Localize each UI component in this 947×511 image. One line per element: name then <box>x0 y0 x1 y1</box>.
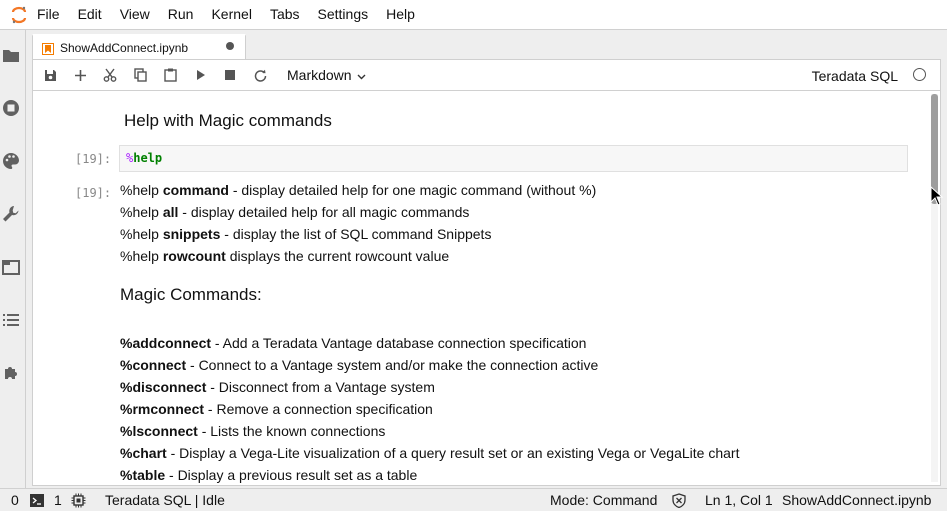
save-icon[interactable] <box>35 60 65 90</box>
palette-icon[interactable] <box>0 150 22 172</box>
help-line: %help command - display detailed help fo… <box>120 182 597 198</box>
magic-line: %addconnect - Add a Teradata Vantage dat… <box>120 335 587 351</box>
restart-icon[interactable] <box>245 60 275 90</box>
tabs-icon[interactable] <box>0 256 22 278</box>
terminal-count[interactable]: 0 <box>11 492 19 508</box>
help-line: %help snippets - display the list of SQL… <box>120 226 492 242</box>
list-icon[interactable] <box>0 309 22 331</box>
menu-tabs[interactable]: Tabs <box>261 0 309 29</box>
paste-icon[interactable] <box>155 60 185 90</box>
stop-icon[interactable] <box>215 60 245 90</box>
unsaved-dot-icon[interactable] <box>226 42 234 50</box>
running-icon[interactable] <box>0 97 22 119</box>
code-magic-command: help <box>133 151 163 165</box>
kernel-chip-icon <box>71 493 86 511</box>
add-cell-icon[interactable] <box>65 60 95 90</box>
cell-type-label: Markdown <box>287 67 352 83</box>
kernel-status-text[interactable]: Teradata SQL | Idle <box>105 492 225 508</box>
wrench-icon[interactable] <box>0 203 22 225</box>
magic-commands-heading: Magic Commands: <box>120 285 262 304</box>
shield-icon[interactable] <box>672 493 686 511</box>
cell-type-select[interactable]: Markdown <box>287 67 366 83</box>
menu-view[interactable]: View <box>111 0 159 29</box>
extension-icon[interactable] <box>0 362 22 384</box>
jupyter-logo-icon <box>0 0 37 29</box>
magic-line: %lsconnect - Lists the known connections <box>120 423 386 439</box>
input-prompt: [19]: <box>75 152 112 166</box>
chevron-down-icon <box>357 67 366 83</box>
notebook-content: Help with Magic commands [19]: %help [19… <box>33 91 928 485</box>
kernel-count[interactable]: 1 <box>54 492 62 508</box>
status-filename: ShowAddConnect.ipynb <box>782 492 932 508</box>
kernel-name[interactable]: Teradata SQL <box>812 68 898 84</box>
tab-label: ShowAddConnect.ipynb <box>60 41 189 55</box>
help-line: %help all - display detailed help for al… <box>120 204 470 220</box>
magic-line: %disconnect - Disconnect from a Vantage … <box>120 379 435 395</box>
notebook-toolbar: Markdown Teradata SQL <box>33 60 940 91</box>
mouse-cursor-icon <box>930 185 944 206</box>
terminal-icon <box>30 494 44 510</box>
mode-indicator: Mode: Command <box>550 492 658 508</box>
kernel-idle-icon <box>913 68 926 81</box>
markdown-heading: Help with Magic commands <box>124 111 332 130</box>
run-icon[interactable] <box>185 60 215 90</box>
magic-line: %connect - Connect to a Vantage system a… <box>120 357 599 373</box>
status-bar: 0 1 Teradata SQL | Idle Mode: Command Ln… <box>0 488 947 511</box>
notebook-panel: Markdown Teradata SQL Help with Magic co… <box>32 59 941 486</box>
help-line: %help rowcount displays the current rowc… <box>120 248 450 264</box>
code-input-cell[interactable]: %help <box>119 145 908 172</box>
magic-line: %chart - Display a Vega-Lite visualizati… <box>120 445 740 461</box>
cursor-position[interactable]: Ln 1, Col 1 <box>705 492 773 508</box>
notebook-icon <box>42 42 54 55</box>
menu-help[interactable]: Help <box>377 0 424 29</box>
copy-icon[interactable] <box>125 60 155 90</box>
menu-run[interactable]: Run <box>159 0 203 29</box>
menu-kernel[interactable]: Kernel <box>202 0 260 29</box>
output-prompt: [19]: <box>75 186 112 200</box>
magic-line: %rmconnect - Remove a connection specifi… <box>120 401 433 417</box>
vertical-scrollbar[interactable] <box>931 94 938 482</box>
left-sidebar <box>0 30 26 488</box>
cut-icon[interactable] <box>95 60 125 90</box>
menu-edit[interactable]: Edit <box>69 0 111 29</box>
menu-settings[interactable]: Settings <box>309 0 378 29</box>
menu-file[interactable]: File <box>37 0 69 29</box>
tab-notebook[interactable]: ShowAddConnect.ipynb <box>32 34 246 60</box>
folder-icon[interactable] <box>0 44 22 66</box>
magic-line: %table - Display a previous result set a… <box>120 467 418 483</box>
menu-bar: File Edit View Run Kernel Tabs Settings … <box>0 0 947 30</box>
